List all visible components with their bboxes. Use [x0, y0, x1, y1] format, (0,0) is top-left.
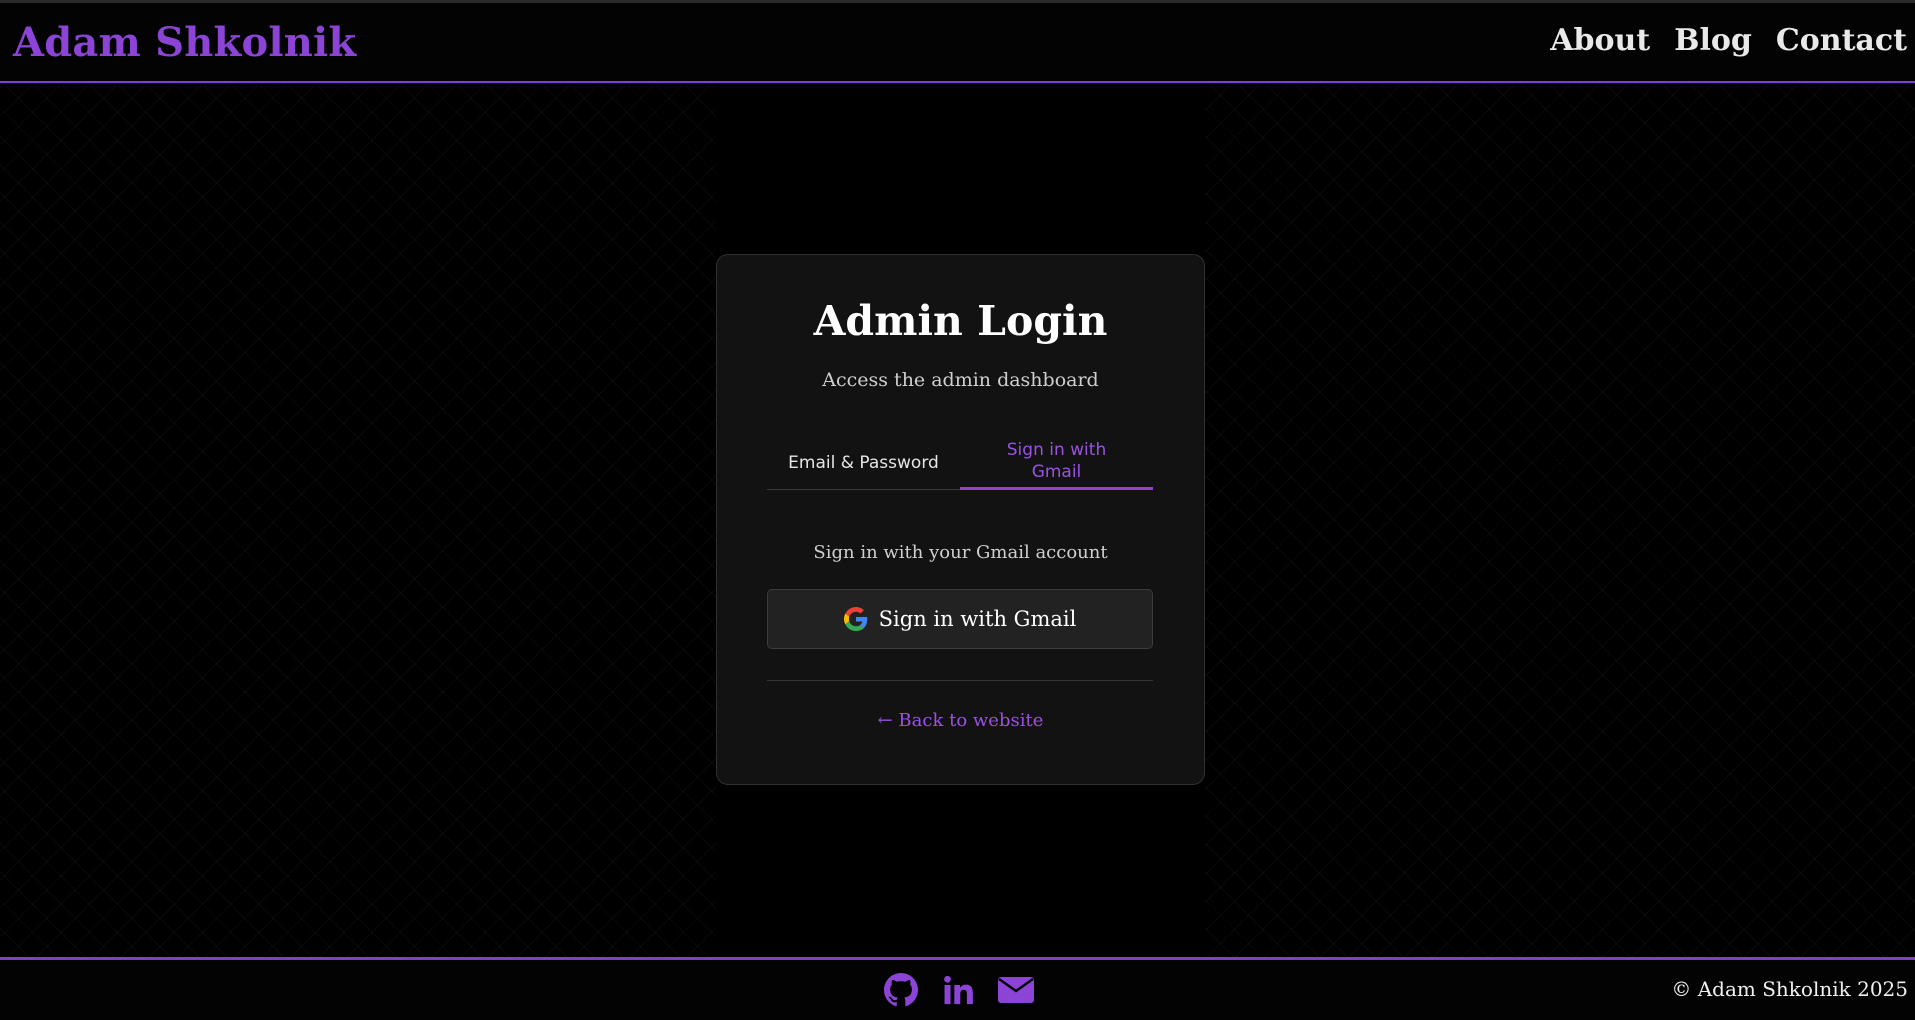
site-header: Adam Shkolnik About Blog Contact	[0, 3, 1915, 83]
social-links	[884, 973, 1034, 1011]
gmail-button-label: Sign in with Gmail	[878, 607, 1077, 631]
card-divider	[767, 680, 1153, 681]
linkedin-icon[interactable]	[941, 973, 975, 1011]
main-nav: About Blog Contact	[1550, 23, 1907, 58]
tab-sign-in-with-gmail[interactable]: Sign in with Gmail	[960, 435, 1153, 490]
gmail-prompt-text: Sign in with your Gmail account	[813, 542, 1108, 563]
login-tabs: Email & Password Sign in with Gmail	[767, 435, 1153, 490]
nav-blog-link[interactable]: Blog	[1674, 23, 1752, 58]
google-g-icon	[843, 607, 868, 631]
login-card: Admin Login Access the admin dashboard E…	[716, 254, 1205, 785]
copyright-text: © Adam Shkolnik 2025	[1671, 977, 1908, 1001]
nav-contact-link[interactable]: Contact	[1776, 23, 1907, 58]
tab-email-password[interactable]: Email & Password	[767, 435, 960, 490]
nav-about-link[interactable]: About	[1550, 23, 1650, 58]
github-icon[interactable]	[884, 973, 918, 1011]
back-to-website-link[interactable]: ← Back to website	[717, 710, 1204, 731]
main-area: Admin Login Access the admin dashboard E…	[0, 85, 1915, 957]
background-pattern-left	[0, 85, 716, 957]
brand-logo-link[interactable]: Adam Shkolnik	[13, 19, 356, 66]
site-footer: © Adam Shkolnik 2025	[0, 957, 1915, 1020]
background-pattern-right	[1205, 85, 1915, 957]
envelope-icon[interactable]	[998, 975, 1034, 1009]
login-title: Admin Login	[813, 297, 1108, 345]
login-subtitle: Access the admin dashboard	[822, 369, 1099, 391]
sign-in-with-gmail-button[interactable]: Sign in with Gmail	[767, 589, 1153, 649]
